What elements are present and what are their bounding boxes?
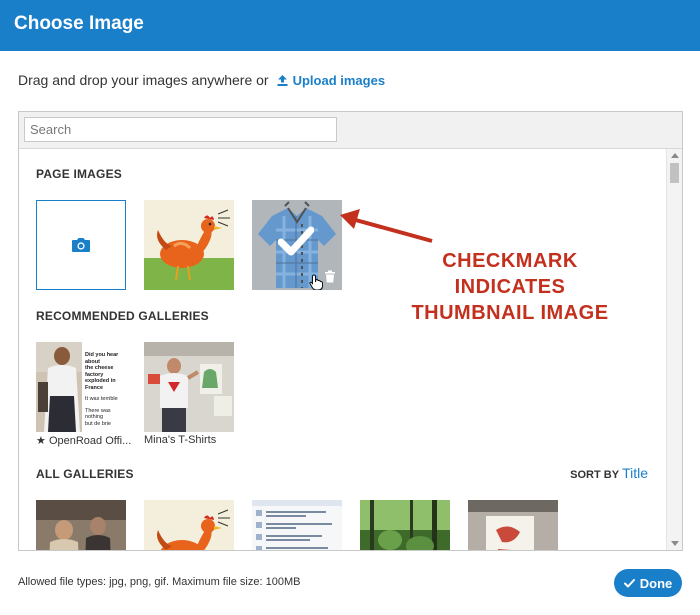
allowed-file-types-note: Allowed file types: jpg, png, gif. Maxim…: [18, 576, 301, 588]
scroll-down-arrow[interactable]: [671, 541, 679, 546]
gallery-openroad[interactable]: Did you hear about the cheese factory ex…: [36, 342, 126, 432]
gallery-minas-caption: Mina's T-Shirts: [144, 434, 217, 446]
done-button-label: Done: [639, 575, 673, 591]
upload-prompt: Drag and drop your images anywhere or: [18, 72, 269, 88]
all-gallery-image-1: [36, 500, 126, 550]
page-image-shirt-selected[interactable]: [252, 200, 342, 290]
done-button[interactable]: Done: [614, 569, 682, 597]
checkmark-icon: [623, 578, 635, 587]
upload-link-label: Upload images: [292, 72, 386, 88]
all-gallery-image-4: [360, 500, 450, 550]
checkmark-icon: [278, 226, 314, 256]
all-gallery-item[interactable]: [360, 500, 450, 550]
search-input[interactable]: [24, 117, 337, 142]
gallery-openroad-joke: Did you hear about the cheese factory ex…: [85, 352, 119, 427]
star-icon: ★: [36, 435, 46, 447]
sort-by-value[interactable]: Title: [622, 465, 648, 481]
gallery-minas-tshirts-image: [144, 342, 234, 432]
gallery-minas-tshirts[interactable]: [144, 342, 234, 432]
sort-by-control[interactable]: SORT BY Title: [570, 465, 648, 481]
image-browser-panel: PAGE IMAGES: [18, 111, 683, 551]
section-title-page-images: PAGE IMAGES: [36, 167, 122, 181]
dialog-title: Choose Image: [14, 13, 144, 34]
upload-icon: [277, 74, 288, 86]
all-gallery-image-5: [468, 500, 558, 550]
upload-row: Drag and drop your images anywhere or Up…: [18, 72, 385, 88]
scroll-thumb[interactable]: [670, 163, 679, 183]
all-gallery-item[interactable]: [252, 500, 342, 550]
upload-images-link[interactable]: Upload images: [277, 73, 385, 88]
trash-icon[interactable]: [324, 270, 336, 283]
all-gallery-image-2: [144, 500, 234, 550]
search-bar: [19, 112, 682, 149]
add-photo-tile[interactable]: [36, 200, 126, 290]
section-title-recommended: RECOMMENDED GALLERIES: [36, 309, 209, 323]
choose-image-dialog: Choose Image Drag and drop your images a…: [0, 0, 700, 615]
all-gallery-item[interactable]: [144, 500, 234, 550]
all-gallery-image-3: [252, 500, 342, 550]
section-title-all-galleries: ALL GALLERIES: [36, 467, 134, 481]
scroll-up-arrow[interactable]: [671, 153, 679, 158]
gallery-openroad-caption: ★ OpenRoad Offi...: [36, 435, 132, 447]
scrollbar[interactable]: [666, 149, 682, 550]
all-gallery-item[interactable]: [36, 500, 126, 550]
image-scroll-area[interactable]: PAGE IMAGES RECOMMENDED GALLERIES Did yo…: [19, 149, 682, 550]
dialog-header: Choose Image: [0, 0, 700, 51]
annotation-text: CHECKMARK INDICATES THUMBNAIL IMAGE: [411, 250, 609, 324]
rooster-image: [144, 200, 234, 290]
camera-icon: [72, 238, 90, 252]
all-gallery-item[interactable]: [468, 500, 558, 550]
sort-by-label: SORT BY: [570, 469, 620, 481]
hand-cursor-icon: [309, 274, 323, 290]
page-image-rooster[interactable]: [144, 200, 234, 290]
